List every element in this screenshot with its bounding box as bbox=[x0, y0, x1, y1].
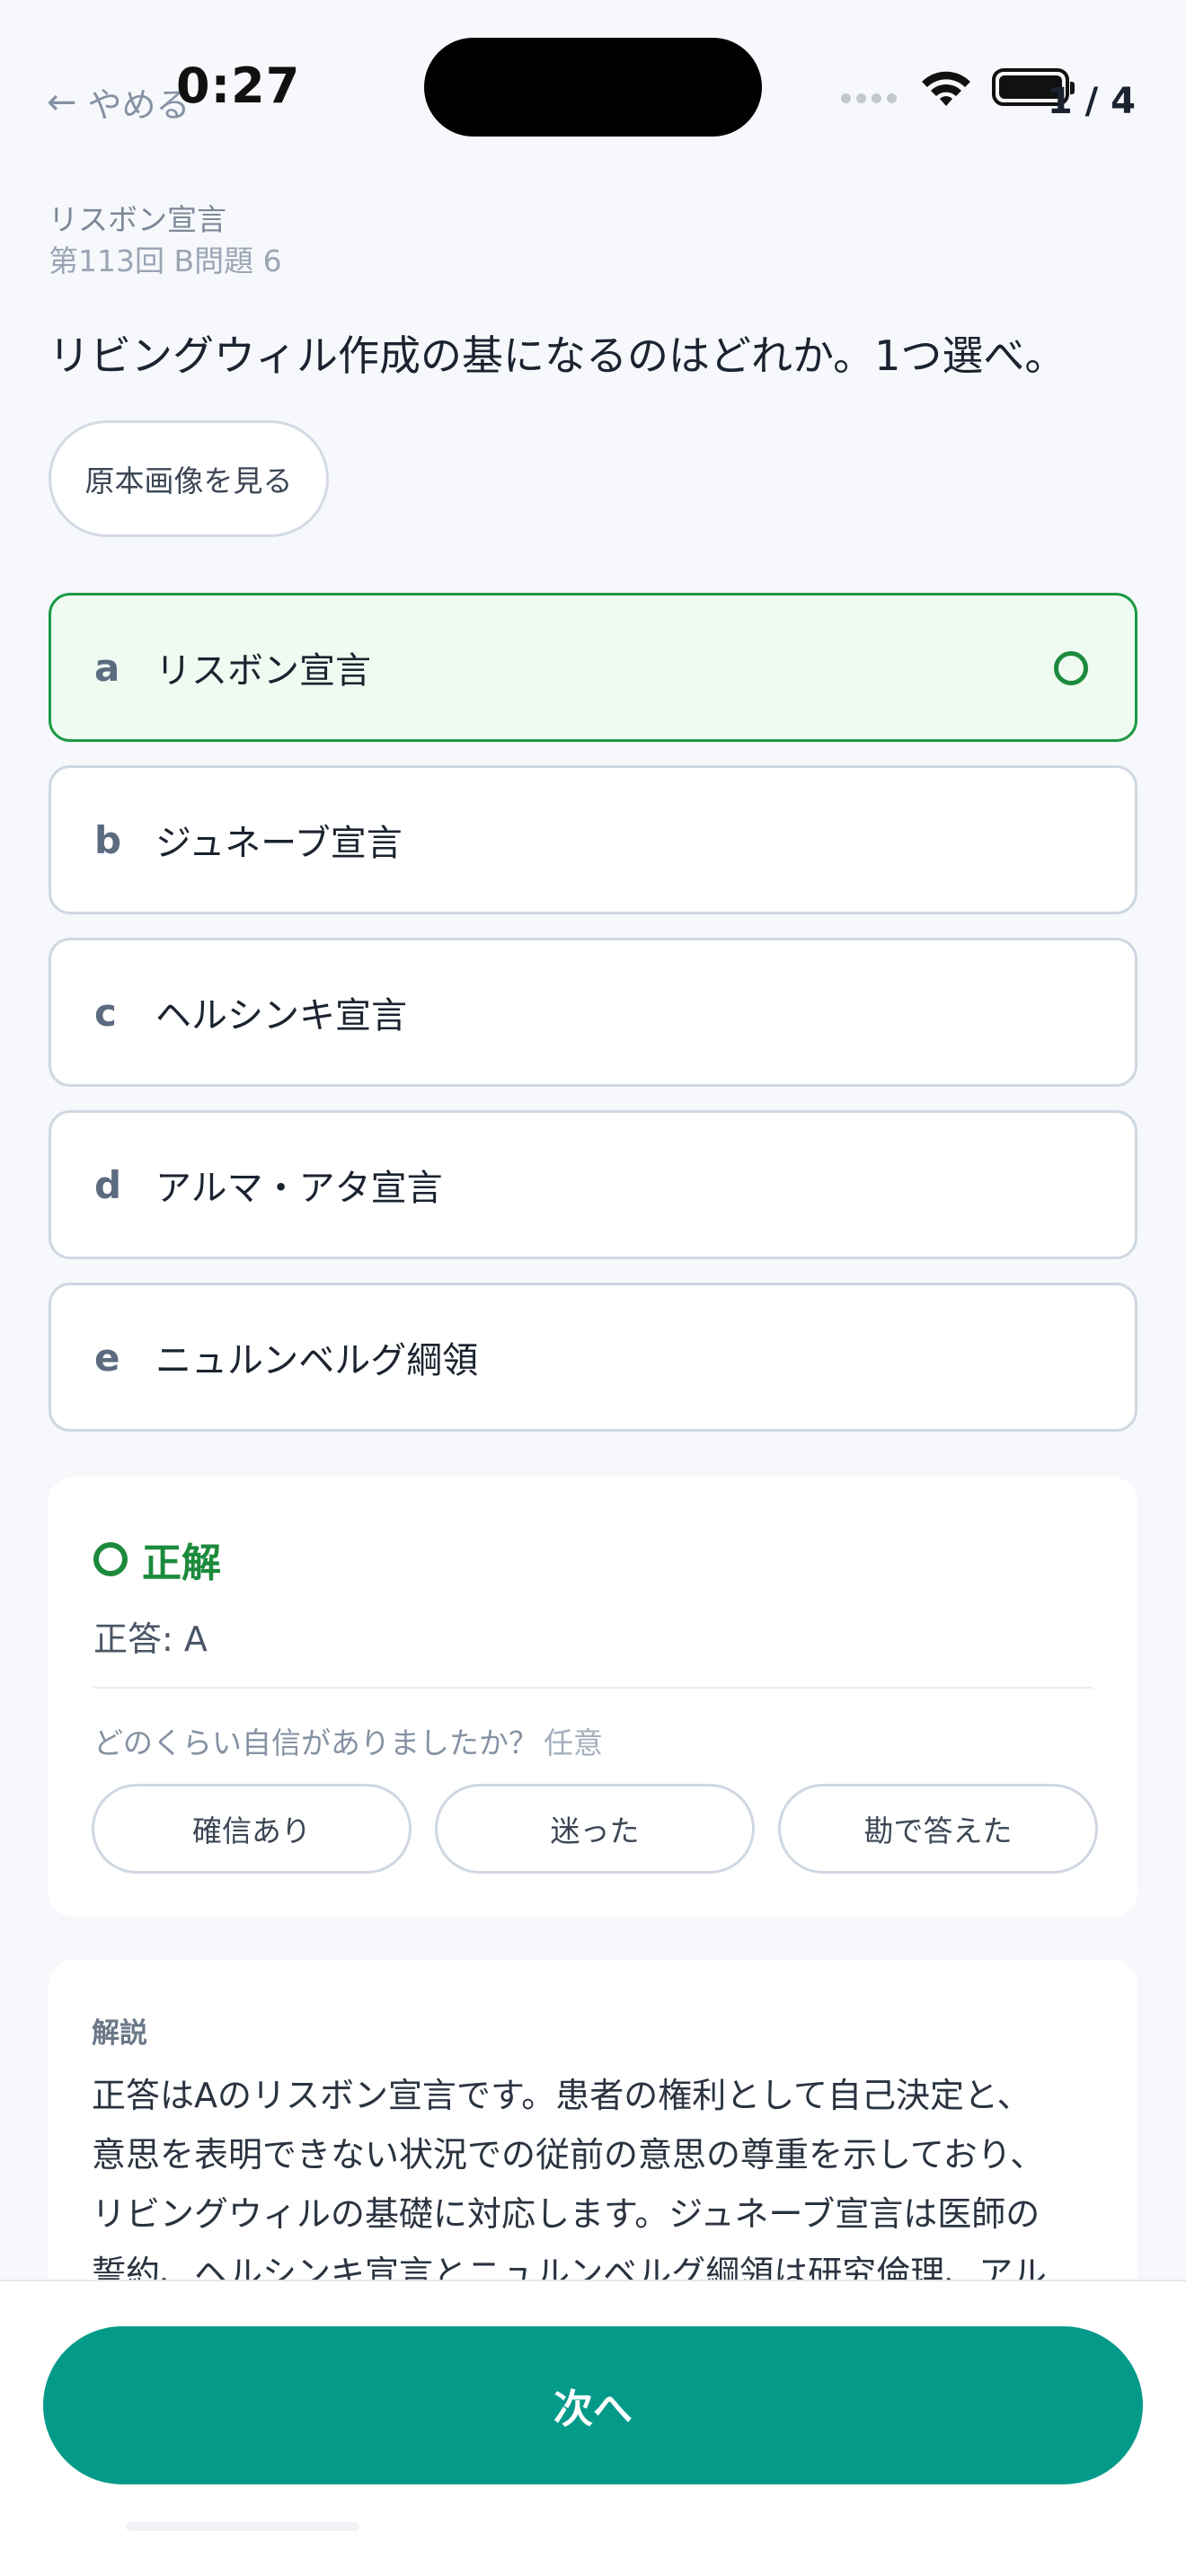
status-bar: ← やめる 0:27 1 / 4 bbox=[0, 0, 1186, 180]
quiz-screen: ← やめる 0:27 1 / 4 リスボン宣言 第113回 B問題 6 リビング… bbox=[0, 0, 1186, 2576]
correct-circle-icon bbox=[93, 1542, 128, 1576]
result-header: 正解 bbox=[93, 1531, 221, 1588]
quit-label: やめる bbox=[87, 85, 190, 125]
choice-text: リスボン宣言 bbox=[155, 650, 371, 692]
explanation-line: 意思を表明できない状況での従前の意思の尊重を示しており、 bbox=[92, 2135, 1045, 2175]
choice-d[interactable]: d アルマ・アタ宣言 bbox=[49, 1110, 1137, 1259]
explanation-body: 正答はAのリスボン宣言です。患者の権利として自己決定と、 意思を表明できない状況… bbox=[92, 2066, 1107, 2303]
signal-dots-icon bbox=[841, 93, 897, 103]
result-card: 正解 正答: A どのくらい自信がありましたか？ 任意 確信あり 迷った 勘で答え… bbox=[49, 1477, 1137, 1917]
question-topic: リスボン宣言 bbox=[49, 202, 226, 237]
choice-list: a リスボン宣言 b ジュネーブ宣言 c ヘルシンキ宣言 d アルマ・アタ宣言 … bbox=[49, 593, 1137, 1455]
home-indicator bbox=[126, 2522, 359, 2531]
correct-answer: 正答: A bbox=[93, 1619, 208, 1659]
next-button[interactable]: 次へ bbox=[43, 2326, 1143, 2484]
explanation-title: 解説 bbox=[92, 2017, 147, 2050]
choice-letter: e bbox=[94, 1335, 120, 1380]
choice-letter: c bbox=[94, 990, 117, 1035]
view-original-image-button[interactable]: 原本画像を見る bbox=[49, 420, 329, 537]
back-arrow-icon: ← bbox=[47, 81, 77, 123]
confidence-guess-button[interactable]: 勘で答えた bbox=[778, 1784, 1098, 1874]
correct-circle-icon bbox=[1054, 651, 1088, 685]
choice-a[interactable]: a リスボン宣言 bbox=[49, 593, 1137, 742]
confidence-unsure-button[interactable]: 迷った bbox=[435, 1784, 755, 1874]
confidence-prompt: どのくらい自信がありましたか？ 任意 bbox=[93, 1719, 603, 1762]
choice-letter: a bbox=[94, 645, 120, 690]
explanation-line: 正答はAのリスボン宣言です。患者の権利として自己決定と、 bbox=[92, 2076, 1031, 2115]
bottom-bar: 次へ bbox=[0, 2280, 1186, 2576]
choice-letter: b bbox=[94, 817, 122, 862]
result-label: 正解 bbox=[142, 1540, 221, 1586]
confidence-question: どのくらい自信がありましたか？ bbox=[93, 1725, 538, 1760]
exam-number: 第113回 B問題 6 bbox=[49, 243, 282, 278]
confidence-options: 確信あり 迷った 勘で答えた bbox=[92, 1784, 1098, 1874]
question-counter: 1 / 4 bbox=[1047, 81, 1136, 122]
choice-e[interactable]: e ニュルンベルグ綱領 bbox=[49, 1283, 1137, 1432]
quit-button[interactable]: ← やめる bbox=[47, 77, 190, 127]
choice-letter: d bbox=[94, 1162, 122, 1207]
choice-b[interactable]: b ジュネーブ宣言 bbox=[49, 765, 1137, 914]
choice-text: ニュルンベルグ綱領 bbox=[155, 1340, 479, 1381]
choice-text: ヘルシンキ宣言 bbox=[155, 995, 407, 1037]
question-text: リビングウィル作成の基になるのはどれか。1つ選べ。 bbox=[49, 331, 1067, 380]
clock: 0:27 bbox=[176, 57, 301, 114]
wifi-icon bbox=[922, 71, 970, 106]
divider bbox=[93, 1687, 1093, 1689]
optional-label: 任意 bbox=[544, 1725, 603, 1760]
dynamic-island bbox=[424, 38, 762, 137]
confidence-sure-button[interactable]: 確信あり bbox=[92, 1784, 412, 1874]
explanation-line: リビングウィルの基礎に対応します。ジュネーブ宣言は医師の bbox=[92, 2194, 1040, 2234]
choice-text: ジュネーブ宣言 bbox=[155, 823, 403, 864]
choice-text: アルマ・アタ宣言 bbox=[155, 1168, 443, 1209]
choice-c[interactable]: c ヘルシンキ宣言 bbox=[49, 938, 1137, 1087]
